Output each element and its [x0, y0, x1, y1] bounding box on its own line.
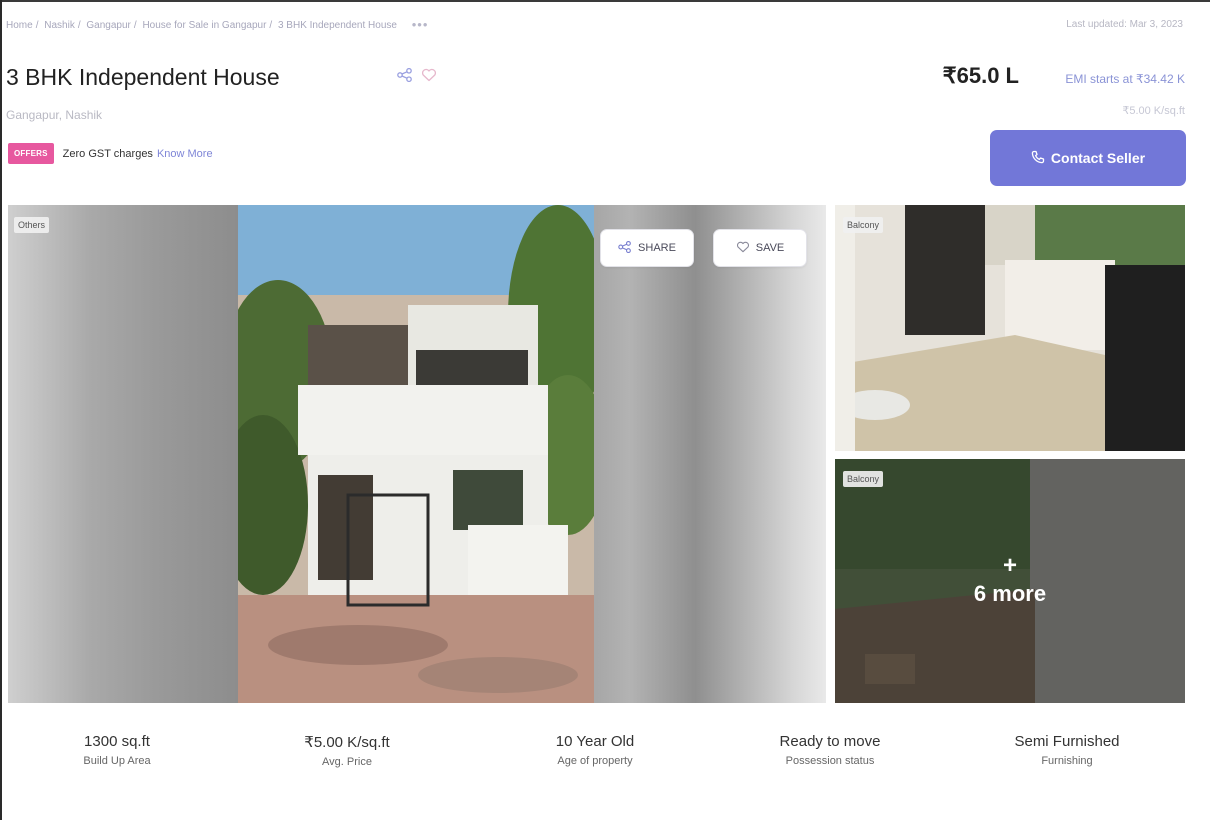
stat-possession-status: Ready to move Possession status: [730, 733, 930, 767]
more-photos-overlay[interactable]: + 6 more: [835, 459, 1185, 703]
breadcrumb: Home / Nashik / Gangapur / House for Sale i…: [6, 17, 429, 32]
stat-value: 10 Year Old: [555, 733, 635, 750]
stat-furnishing: Semi Furnished Furnishing: [967, 733, 1167, 767]
offers-row: OFFERS Zero GST charges Know More: [8, 143, 213, 164]
last-updated: Last updated: Mar 3, 2023: [1066, 19, 1183, 30]
stat-age-of-property: 10 Year Old Age of property: [495, 733, 695, 767]
save-button[interactable]: SAVE: [713, 229, 807, 267]
house-photo: [238, 205, 594, 703]
more-plus-icon: +: [1002, 552, 1017, 579]
share-icon[interactable]: [397, 68, 413, 82]
breadcrumb-gangapur[interactable]: Gangapur: [86, 20, 130, 31]
emi-link[interactable]: EMI starts at ₹34.42 K: [1065, 72, 1185, 86]
save-label: SAVE: [755, 242, 785, 254]
image-tag-balcony-1: Balcony: [843, 217, 884, 233]
stat-value: Semi Furnished: [1014, 733, 1120, 750]
share-icon: [618, 240, 632, 256]
stat-label: Age of property: [557, 755, 633, 767]
price: ₹65.0 L: [942, 63, 1019, 88]
breadcrumb-house-for-sale[interactable]: House for Sale in Gangapur: [142, 20, 266, 31]
stat-label: Possession status: [785, 755, 875, 767]
stat-value: Ready to move: [779, 733, 881, 750]
phone-icon: [1031, 150, 1045, 167]
breadcrumb-home[interactable]: Home: [6, 20, 33, 31]
image-tag-others: Others: [14, 217, 50, 233]
contact-seller-label: Contact Seller: [1050, 150, 1146, 166]
gallery-thumbnail-balcony-1[interactable]: Balcony: [835, 205, 1185, 451]
breadcrumb-nashik[interactable]: Nashik: [44, 20, 75, 31]
share-label: SHARE: [638, 242, 676, 254]
title-actions: [397, 68, 437, 82]
offers-badge: OFFERS: [8, 143, 54, 164]
breadcrumb-current: 3 BHK Independent House: [277, 20, 397, 31]
heart-icon: [736, 241, 750, 256]
stat-value: 1300 sq.ft: [84, 733, 150, 750]
window-frame-top: [0, 0, 1210, 2]
stat-build-up-area: 1300 sq.ft Build Up Area: [17, 733, 217, 767]
gallery-thumbnail-balcony-2[interactable]: Balcony + 6 more: [835, 459, 1185, 703]
window-frame-left: [0, 0, 2, 820]
main-gallery-image[interactable]: Others SHARE SAVE: [8, 205, 826, 703]
stat-label: Furnishing: [1041, 755, 1093, 767]
share-button[interactable]: SHARE: [600, 229, 694, 267]
stat-label: Avg. Price: [322, 756, 372, 768]
stat-avg-price: ₹5.00 K/sq.ft Avg. Price: [247, 733, 447, 768]
balcony-photo-1: [835, 205, 1185, 451]
stat-value: ₹5.00 K/sq.ft: [304, 734, 390, 751]
offers-text: Zero GST charges: [62, 147, 153, 160]
more-options-icon[interactable]: •••: [412, 17, 429, 32]
location: Gangapur, Nashik: [6, 108, 103, 122]
contact-seller-button[interactable]: Contact Seller: [990, 130, 1186, 186]
know-more-link[interactable]: Know More: [157, 148, 213, 160]
page-title: 3 BHK Independent House: [6, 64, 280, 90]
stat-label: Build Up Area: [83, 755, 151, 767]
heart-icon[interactable]: [421, 68, 437, 82]
price-per-sqft: ₹5.00 K/sq.ft: [1122, 105, 1185, 117]
more-photos-label: 6 more: [973, 581, 1047, 606]
